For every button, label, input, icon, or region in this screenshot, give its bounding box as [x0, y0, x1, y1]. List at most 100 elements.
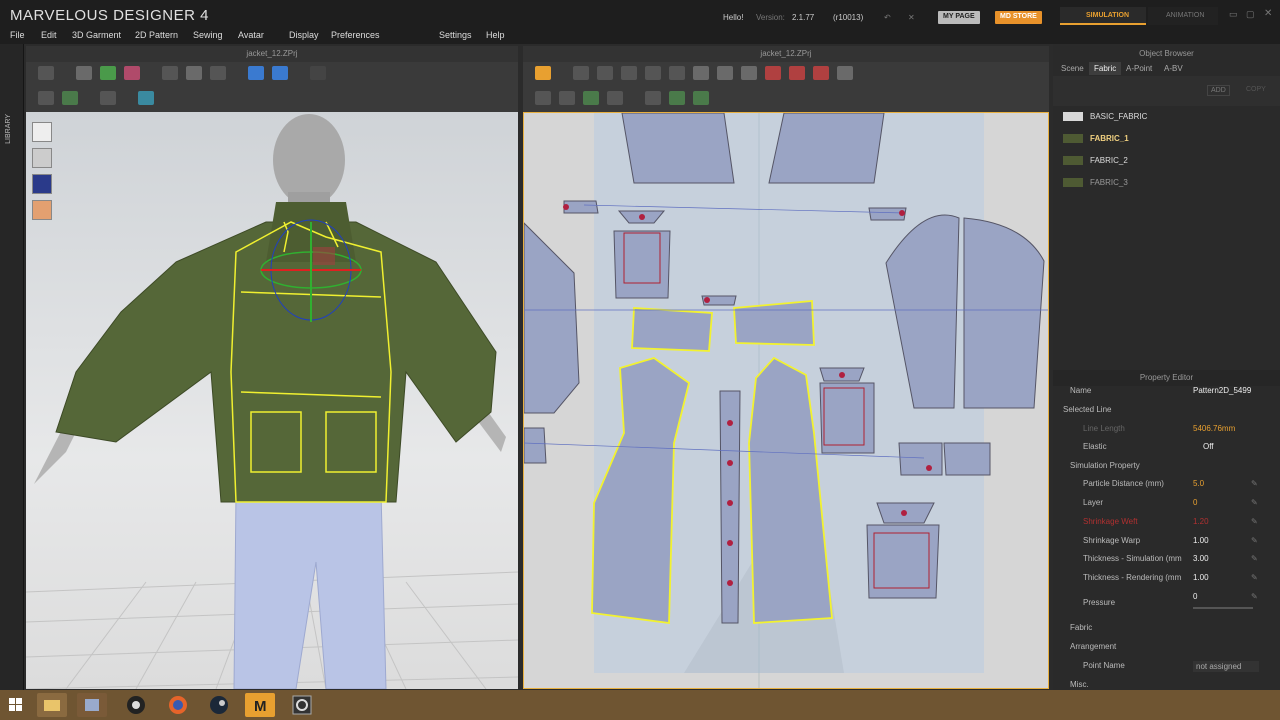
fabric-item[interactable]: FABRIC_3: [1061, 174, 1273, 192]
copy-fabric-button[interactable]: COPY: [1243, 85, 1269, 94]
menu-2d-pattern[interactable]: 2D Pattern: [135, 30, 178, 40]
menu-sewing[interactable]: Sewing: [193, 30, 223, 40]
tab-fabric[interactable]: Fabric: [1089, 62, 1122, 75]
edit-sewing-icon[interactable]: [607, 91, 623, 105]
texture-icon[interactable]: [138, 91, 154, 105]
tack-icon[interactable]: [100, 66, 116, 80]
show-2d-avatar-icon[interactable]: [645, 91, 661, 105]
polygon-icon[interactable]: [693, 66, 709, 80]
transform-icon[interactable]: [162, 66, 178, 80]
tab-a-point[interactable]: A-Point: [1121, 62, 1157, 75]
prop-row-thickness-render[interactable]: Thickness - Rendering (mm 1.00 ✎: [1053, 573, 1280, 591]
rectangle-icon[interactable]: [717, 66, 733, 80]
show-arrangement-icon[interactable]: [693, 91, 709, 105]
menu-avatar[interactable]: Avatar: [238, 30, 264, 40]
close-icon[interactable]: ✕: [1264, 8, 1272, 19]
steam-iron-icon[interactable]: [210, 66, 226, 80]
simulation-tab[interactable]: SIMULATION: [1060, 7, 1146, 25]
library-sidebar[interactable]: LIBRARY: [0, 44, 24, 690]
menu-3d-garment[interactable]: 3D Garment: [72, 30, 121, 40]
firefox-icon[interactable]: [163, 693, 193, 717]
grain-icon[interactable]: [837, 66, 853, 80]
minimize-icon[interactable]: ▭: [1229, 9, 1238, 20]
arrangement-icon[interactable]: [272, 66, 288, 80]
segment-sewing-icon[interactable]: [535, 91, 551, 105]
fabric-item-selected[interactable]: FABRIC_1: [1061, 130, 1273, 148]
tab-scene[interactable]: Scene: [1056, 62, 1089, 75]
viewport-3d[interactable]: [26, 112, 518, 689]
edit-pattern-icon[interactable]: [597, 66, 613, 80]
fabric-item[interactable]: BASIC_FABRIC: [1061, 108, 1273, 126]
move-down-icon[interactable]: [38, 66, 54, 80]
prop-group-arrangement[interactable]: Arrangement: [1053, 642, 1280, 660]
show-avatar-icon[interactable]: [38, 91, 54, 105]
edit-icon[interactable]: ✎: [1251, 554, 1258, 563]
point-name-select[interactable]: not assigned: [1193, 661, 1259, 672]
edit-icon[interactable]: ✎: [1251, 592, 1258, 601]
menu-help[interactable]: Help: [486, 30, 505, 40]
seam-line-icon[interactable]: [789, 66, 805, 80]
maximize-icon[interactable]: ▢: [1246, 9, 1255, 20]
trace-icon[interactable]: [813, 66, 829, 80]
fold-icon[interactable]: [186, 66, 202, 80]
fabric-item[interactable]: FABRIC_2: [1061, 152, 1273, 170]
edit-icon[interactable]: ✎: [1251, 517, 1258, 526]
edit-icon[interactable]: ✎: [1251, 536, 1258, 545]
tools-icon[interactable]: ✕: [908, 13, 915, 22]
app-icon[interactable]: [287, 693, 317, 717]
dart-icon[interactable]: [765, 66, 781, 80]
circle-icon[interactable]: [741, 66, 757, 80]
file-explorer-icon[interactable]: [37, 693, 67, 717]
view-avatar-icon[interactable]: [32, 148, 52, 168]
viewport-2d[interactable]: [523, 112, 1049, 689]
edit-curve-icon[interactable]: [621, 66, 637, 80]
free-sewing-icon[interactable]: [559, 91, 575, 105]
animation-tab[interactable]: ANIMATION: [1148, 7, 1218, 25]
prop-group-simulation[interactable]: Simulation Property: [1053, 461, 1280, 479]
prop-group-fabric[interactable]: Fabric: [1053, 623, 1280, 641]
steam-icon[interactable]: [204, 693, 234, 717]
my-page-button[interactable]: MY PAGE: [938, 11, 980, 24]
start-icon[interactable]: [2, 693, 30, 717]
obs-icon[interactable]: [121, 693, 151, 717]
view-front-icon[interactable]: [32, 122, 52, 142]
prop-row-shrinkage-weft[interactable]: Shrinkage Weft 1.20 ✎: [1053, 517, 1280, 535]
show-pins-icon[interactable]: [100, 91, 116, 105]
select-move-icon[interactable]: [76, 66, 92, 80]
add-fabric-button[interactable]: ADD: [1207, 85, 1230, 96]
menu-file[interactable]: File: [10, 30, 25, 40]
menu-settings[interactable]: Settings: [439, 30, 472, 40]
undo-icon[interactable]: ↶: [884, 13, 891, 22]
marvelous-designer-icon[interactable]: M: [245, 693, 275, 717]
view-skin-icon[interactable]: [32, 200, 52, 220]
edit-icon[interactable]: ✎: [1251, 573, 1258, 582]
tuck-icon[interactable]: [583, 91, 599, 105]
pressure-slider[interactable]: [1193, 607, 1253, 609]
prop-row-shrinkage-warp[interactable]: Shrinkage Warp 1.00 ✎: [1053, 536, 1280, 554]
prop-row-pressure[interactable]: Pressure 0 ✎: [1053, 592, 1280, 616]
prop-row-particle-distance[interactable]: Particle Distance (mm) 5.0 ✎: [1053, 479, 1280, 497]
show-grid-icon[interactable]: [62, 91, 78, 105]
fitting-icon[interactable]: [310, 66, 326, 80]
prop-row-elastic[interactable]: Elastic Off: [1053, 442, 1280, 460]
prop-row-thickness-sim[interactable]: Thickness - Simulation (mm 3.00 ✎: [1053, 554, 1280, 572]
add-point-icon[interactable]: [645, 66, 661, 80]
prop-row-layer[interactable]: Layer 0 ✎: [1053, 498, 1280, 516]
vm-icon[interactable]: [77, 693, 107, 717]
edit-icon[interactable]: ✎: [1251, 498, 1258, 507]
prop-group-selected-line[interactable]: Selected Line: [1053, 405, 1280, 423]
avatar-tool-icon[interactable]: [248, 66, 264, 80]
transform-pattern-icon[interactable]: [573, 66, 589, 80]
pin-icon[interactable]: [124, 66, 140, 80]
edit-icon[interactable]: ✎: [1251, 479, 1258, 488]
prop-row-point-name[interactable]: Point Name not assigned: [1053, 661, 1280, 679]
prop-row-name[interactable]: Name Pattern2D_5499: [1053, 386, 1280, 404]
simulate-icon[interactable]: [535, 66, 551, 80]
menu-display[interactable]: Display: [289, 30, 319, 40]
show-2d-grid-icon[interactable]: [669, 91, 685, 105]
menu-edit[interactable]: Edit: [41, 30, 57, 40]
internal-polygon-icon[interactable]: [669, 66, 685, 80]
prop-row-line-length[interactable]: Line Length 5406.76mm: [1053, 424, 1280, 442]
menu-preferences[interactable]: Preferences: [331, 30, 380, 40]
view-texture-icon[interactable]: [32, 174, 52, 194]
